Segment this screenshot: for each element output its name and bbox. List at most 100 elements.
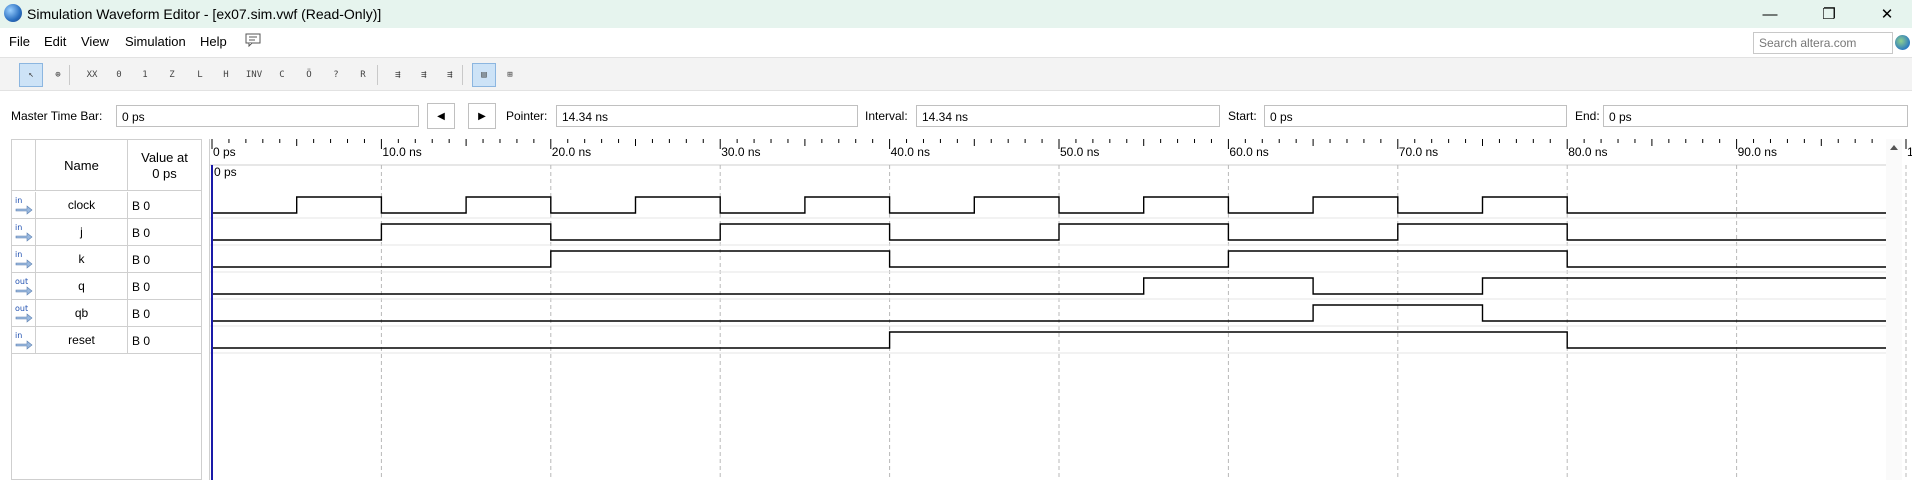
- master-time-bar-field[interactable]: 0 ps: [116, 105, 419, 127]
- signal-name: clock: [36, 192, 128, 218]
- time-tick-label: 20.0 ns: [552, 145, 591, 159]
- pointer-field: 14.34 ns: [556, 105, 858, 127]
- time-tick-label: 60.0 ns: [1229, 145, 1268, 159]
- output-pin-icon: out: [12, 300, 36, 326]
- vertical-scrollbar[interactable]: [1886, 139, 1902, 480]
- force-low-button[interactable]: 0: [107, 63, 131, 87]
- signal-value: B 0: [132, 280, 151, 294]
- overwrite-clock-button[interactable]: Ö: [297, 63, 321, 87]
- signal-row-k[interactable]: in k B 0: [12, 246, 201, 273]
- start-field: 0 ps: [1264, 105, 1567, 127]
- signal-row-q[interactable]: out q B 0: [12, 273, 201, 300]
- feedback-icon[interactable]: [245, 33, 261, 50]
- run-functional-simulation-button[interactable]: ⇶: [386, 63, 410, 87]
- toolbar: ↖ ⊕ XX 0 1 Z L H INV C Ö? R ⇶ ⇶ ⇶ ▤ ⊞: [0, 57, 1912, 91]
- signal-name: k: [36, 246, 128, 272]
- signal-name: q: [36, 273, 128, 299]
- signal-name: j: [36, 219, 128, 245]
- force-weak-high-button[interactable]: H: [214, 63, 238, 87]
- waveform-reset: [212, 331, 1887, 349]
- input-pin-icon: in: [12, 327, 36, 353]
- menu-file[interactable]: File: [9, 34, 30, 49]
- signal-value: B 0: [132, 307, 151, 321]
- input-pin-icon: in: [12, 192, 36, 218]
- minimize-button[interactable]: —: [1747, 0, 1793, 28]
- signal-value: B 0: [132, 226, 151, 240]
- start-label: Start:: [1228, 109, 1257, 123]
- waveform-qb: [212, 304, 1887, 322]
- svg-text:in: in: [15, 331, 22, 340]
- time-tick-label: 40.0 ns: [891, 145, 930, 159]
- search-input[interactable]: Search altera.com: [1753, 32, 1893, 54]
- input-pin-icon: in: [12, 219, 36, 245]
- cursor-label: 0 ps: [214, 165, 237, 179]
- end-label: End:: [1575, 109, 1600, 123]
- menu-help[interactable]: Help: [200, 34, 227, 49]
- signal-value: B 0: [132, 253, 151, 267]
- menu-bar: File Edit View Simulation Help: [0, 28, 1912, 55]
- time-tick-label: 10.0 ns: [382, 145, 421, 159]
- svg-text:out: out: [15, 304, 28, 313]
- toolbar-separator: [462, 65, 463, 85]
- toolbar-separator: [377, 65, 378, 85]
- random-values-button[interactable]: ?: [324, 63, 348, 87]
- count-value-button[interactable]: C: [270, 63, 294, 87]
- time-tick-label: 30.0 ns: [721, 145, 760, 159]
- invert-button[interactable]: INV: [242, 63, 266, 87]
- interval-label: Interval:: [865, 109, 908, 123]
- selection-tool-button[interactable]: ↖: [19, 63, 43, 87]
- force-unknown-button[interactable]: XX: [80, 63, 104, 87]
- force-high-impedance-button[interactable]: Z: [160, 63, 184, 87]
- signal-row-qb[interactable]: out qb B 0: [12, 300, 201, 327]
- time-bar: Master Time Bar: 0 ps ◀ ▶ Pointer: 14.34…: [0, 100, 1912, 130]
- app-icon: [4, 4, 22, 22]
- time-tick-label: 80.0 ns: [1568, 145, 1607, 159]
- input-pin-icon: in: [12, 246, 36, 272]
- time-tick-label: 90.0 ns: [1738, 145, 1777, 159]
- signal-value: B 0: [132, 199, 151, 213]
- pointer-label: Pointer:: [506, 109, 548, 123]
- generate-netlist-button[interactable]: ⇶: [438, 63, 462, 87]
- waveform-clock: [212, 196, 1887, 214]
- signal-name: reset: [36, 327, 128, 353]
- force-weak-low-button[interactable]: L: [188, 63, 212, 87]
- name-column-header[interactable]: Name: [36, 140, 128, 191]
- time-tick-label: 70.0 ns: [1399, 145, 1438, 159]
- svg-text:in: in: [15, 196, 22, 205]
- previous-transition-button[interactable]: ◀: [427, 103, 455, 129]
- signal-list: Name Value at 0 ps in clock B 0 in j B 0 in k B …: [11, 139, 202, 480]
- title-bar: Simulation Waveform Editor - [ex07.sim.v…: [0, 0, 1912, 28]
- interval-field: 14.34 ns: [916, 105, 1220, 127]
- signal-value: B 0: [132, 334, 151, 348]
- close-button[interactable]: ✕: [1864, 0, 1910, 28]
- menu-view[interactable]: View: [81, 34, 109, 49]
- time-tick-label: 0 ps: [213, 145, 236, 159]
- waveform-j: [212, 223, 1887, 241]
- grid-settings-button[interactable]: ⊞: [498, 63, 522, 87]
- signal-name: qb: [36, 300, 128, 326]
- waveform-pane[interactable]: 0 ps 10.0 ns 20.0 ns 30.0 ns 40.0 ns 50.0 ns 6…: [209, 139, 1912, 480]
- signal-list-header: Name Value at 0 ps: [12, 140, 201, 191]
- force-high-button[interactable]: 1: [133, 63, 157, 87]
- signal-row-clock[interactable]: in clock B 0: [12, 192, 201, 219]
- svg-text:out: out: [15, 277, 28, 286]
- snap-to-grid-button[interactable]: ▤: [472, 63, 496, 87]
- arbitrary-value-button[interactable]: R: [351, 63, 375, 87]
- master-time-bar-label: Master Time Bar:: [11, 109, 103, 123]
- svg-text:in: in: [15, 223, 22, 232]
- svg-text:in: in: [15, 250, 22, 259]
- menu-simulation[interactable]: Simulation: [125, 34, 186, 49]
- next-transition-button[interactable]: ▶: [468, 103, 496, 129]
- run-timing-simulation-button[interactable]: ⇶: [412, 63, 436, 87]
- time-tick-label: 100.0: [1907, 145, 1912, 159]
- waveform-canvas[interactable]: 0 ps 10.0 ns 20.0 ns 30.0 ns 40.0 ns 50.0 ns 6…: [210, 139, 1912, 480]
- time-tick-label: 50.0 ns: [1060, 145, 1099, 159]
- signal-row-reset[interactable]: in reset B 0: [12, 327, 201, 354]
- value-column-header[interactable]: Value at 0 ps: [128, 140, 201, 191]
- restore-button[interactable]: ❐: [1806, 0, 1852, 28]
- globe-icon[interactable]: [1895, 35, 1910, 50]
- menu-edit[interactable]: Edit: [44, 34, 66, 49]
- window-title: Simulation Waveform Editor - [ex07.sim.v…: [27, 6, 382, 22]
- zoom-tool-button[interactable]: ⊕: [46, 63, 70, 87]
- signal-row-j[interactable]: in j B 0: [12, 219, 201, 246]
